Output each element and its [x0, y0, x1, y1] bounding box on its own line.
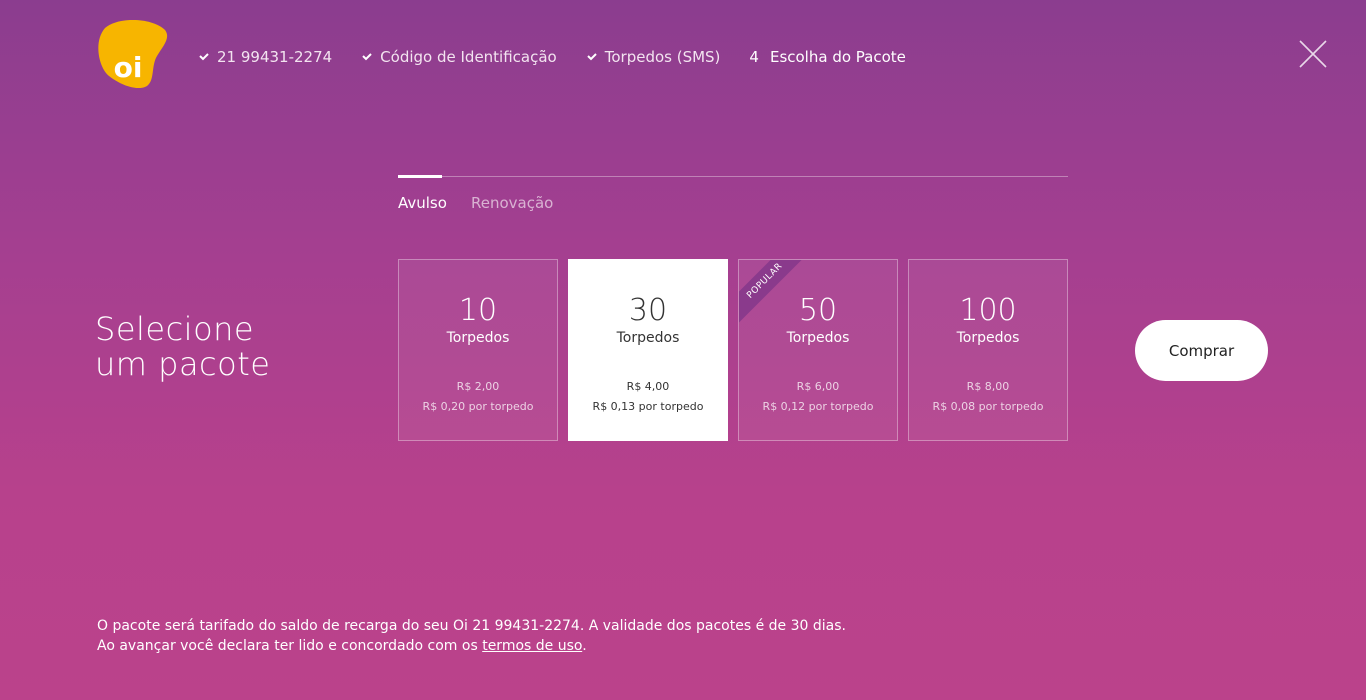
page-title: Selecione um pacote — [95, 312, 270, 382]
step-phone[interactable]: 21 99431-2274 — [198, 48, 332, 66]
step-sms[interactable]: Torpedos (SMS) — [586, 48, 721, 66]
terms-of-use-link[interactable]: termos de uso — [482, 638, 582, 654]
package-card-30[interactable]: 30 Torpedos R$ 4,00 R$ 0,13 por torpedo — [568, 259, 728, 441]
package-price: R$ 2,00 — [456, 380, 500, 393]
package-unit: Torpedos — [616, 330, 680, 346]
step-package: 4 Escolha do Pacote — [749, 48, 905, 66]
progress-steps: 21 99431-2274 Código de Identificação To… — [198, 46, 935, 68]
package-card-100[interactable]: 100 Torpedos R$ 8,00 R$ 0,08 por torpedo — [908, 259, 1068, 441]
check-icon — [586, 51, 598, 63]
package-unit-price: R$ 0,13 por torpedo — [592, 400, 704, 413]
package-qty: 30 — [628, 293, 668, 328]
tab-active-indicator — [398, 175, 442, 178]
footer-line-2-prefix: Ao avançar você declara ter lido e conco… — [97, 638, 483, 654]
package-unit-price: R$ 0,20 por torpedo — [422, 400, 534, 413]
close-button[interactable] — [1298, 39, 1328, 69]
logo-text: oi — [114, 51, 143, 84]
buy-button[interactable]: Comprar — [1135, 320, 1268, 381]
package-unit: Torpedos — [446, 330, 510, 346]
oi-logo: oi — [97, 20, 169, 88]
step-label: Código de Identificação — [380, 48, 557, 66]
package-price: R$ 4,00 — [626, 380, 670, 393]
package-unit-price: R$ 0,08 por torpedo — [932, 400, 1044, 413]
footer-disclaimer: O pacote será tarifado do saldo de recar… — [97, 616, 846, 656]
tabs-divider — [398, 176, 1068, 177]
package-card-50[interactable]: Popular 50 Torpedos R$ 6,00 R$ 0,12 por … — [738, 259, 898, 441]
tab-avulso[interactable]: Avulso — [398, 194, 447, 212]
step-code[interactable]: Código de Identificação — [361, 48, 557, 66]
package-unit: Torpedos — [956, 330, 1020, 346]
check-icon — [198, 51, 210, 63]
step-label: Torpedos (SMS) — [604, 48, 721, 66]
footer-line-2: Ao avançar você declara ter lido e conco… — [97, 636, 846, 656]
package-card-10[interactable]: 10 Torpedos R$ 2,00 R$ 0,20 por torpedo — [398, 259, 558, 441]
step-number: 4 — [749, 48, 759, 66]
package-qty: 10 — [458, 293, 498, 328]
close-icon — [1299, 40, 1327, 68]
footer-line-1: O pacote será tarifado do saldo de recar… — [97, 618, 846, 634]
step-label: Escolha do Pacote — [769, 48, 906, 66]
step-label: 21 99431-2274 — [217, 48, 333, 66]
package-unit: Torpedos — [786, 330, 850, 346]
check-icon — [361, 51, 373, 63]
title-line-2: um pacote — [95, 345, 271, 383]
tab-renovacao[interactable]: Renovação — [471, 194, 553, 212]
title-line-1: Selecione — [95, 310, 255, 348]
footer-line-2-suffix: . — [582, 638, 587, 654]
package-qty: 50 — [798, 293, 838, 328]
oi-logo-icon: oi — [98, 20, 168, 88]
package-price: R$ 6,00 — [796, 380, 840, 393]
package-unit-price: R$ 0,12 por torpedo — [762, 400, 874, 413]
package-qty: 100 — [959, 293, 1017, 328]
package-price: R$ 8,00 — [966, 380, 1010, 393]
